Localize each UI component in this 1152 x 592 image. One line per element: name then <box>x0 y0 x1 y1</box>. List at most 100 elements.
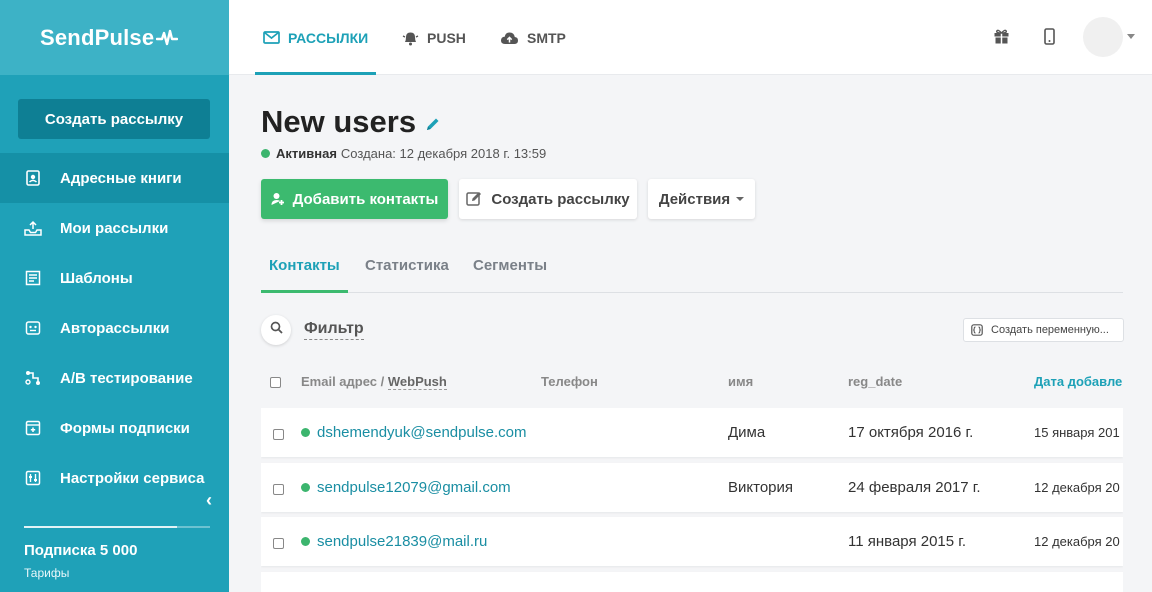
add-user-icon <box>271 192 285 206</box>
topbar: РАССЫЛКИ PUSH SMTP <box>229 0 1152 75</box>
sidebar-item-label: Формы подписки <box>60 419 190 437</box>
sidebar-item-autoresponders[interactable]: Авторассылки <box>0 303 229 353</box>
variable-icon <box>971 324 983 336</box>
tab-segments[interactable]: Сегменты <box>473 254 547 292</box>
column-name[interactable]: имя <box>728 374 753 389</box>
book-status-line: Активная Создана: 12 декабря 2018 г. 13:… <box>261 146 546 161</box>
brand-logo[interactable]: SendPulse <box>0 0 229 75</box>
sidebar-item-label: Мои рассылки <box>60 219 169 237</box>
sidebar: SendPulse Создать рассылку Адресные книг… <box>0 0 229 592</box>
sidebar-item-templates[interactable]: Шаблоны <box>0 253 229 303</box>
mobile-icon[interactable] <box>1038 25 1060 47</box>
create-campaign-button[interactable]: Создать рассылку <box>18 99 210 139</box>
contacts-table: dshemendyuk@sendpulse.com Дима 17 октябр… <box>261 408 1123 592</box>
pencil-icon[interactable] <box>425 116 441 137</box>
contact-date-added: 15 января 201 <box>1034 425 1120 440</box>
tab-label: РАССЫЛКИ <box>288 29 369 46</box>
add-contacts-button[interactable]: Добавить контакты <box>261 179 448 219</box>
chevron-down-icon[interactable] <box>1127 34 1135 39</box>
button-label: Создать переменную... <box>991 324 1109 336</box>
create-campaign-button[interactable]: Создать рассылку <box>459 179 637 219</box>
pulse-icon <box>156 29 179 47</box>
pricing-link[interactable]: Тарифы <box>24 566 69 580</box>
tab-statistics[interactable]: Статистика <box>365 254 449 292</box>
collapse-sidebar-icon[interactable]: ‹ <box>206 490 212 511</box>
sidebar-item-label: A/B тестирование <box>60 369 193 387</box>
sidebar-item-address-books[interactable]: Адресные книги <box>0 153 229 203</box>
column-reg-date[interactable]: reg_date <box>848 374 902 389</box>
contact-email[interactable]: sendpulse21839@mail.ru <box>301 517 487 566</box>
contact-email[interactable]: dshemendyuk@sendpulse.com <box>301 408 527 457</box>
tab-campaigns[interactable]: РАССЫЛКИ <box>254 0 377 75</box>
column-phone[interactable]: Телефон <box>541 374 598 389</box>
column-email[interactable]: Email адрес / WebPush <box>301 374 447 390</box>
envelope-icon <box>263 31 280 44</box>
compose-icon <box>466 191 483 207</box>
sidebar-item-ab-testing[interactable]: A/B тестирование <box>0 353 229 403</box>
created-date: Создана: 12 декабря 2018 г. 13:59 <box>340 146 547 161</box>
tab-label: PUSH <box>427 29 466 46</box>
row-checkbox[interactable] <box>273 538 284 549</box>
cloud-upload-icon <box>500 31 519 45</box>
button-label: Действия <box>658 190 731 208</box>
actions-dropdown[interactable]: Действия <box>648 179 755 219</box>
gift-icon[interactable] <box>990 25 1012 47</box>
subscription-progress <box>24 526 210 528</box>
main-content: New users Активная Создана: 12 декабря 2… <box>229 76 1152 592</box>
contact-reg-date: 17 октября 2016 г. <box>848 424 974 441</box>
sidebar-nav: Адресные книги Мои рассылки Шаблоны Авто… <box>0 153 229 503</box>
brand-name: SendPulse <box>40 24 155 50</box>
email-text: sendpulse21839@mail.ru <box>317 533 488 550</box>
status-badge: Активная <box>276 146 337 161</box>
settings-sliders-icon <box>24 469 42 487</box>
sidebar-item-label: Шаблоны <box>60 269 133 287</box>
webpush-toggle[interactable]: WebPush <box>387 374 447 390</box>
contact-reg-date: 11 января 2015 г. <box>848 533 967 550</box>
column-email-label: Email адрес / <box>301 374 385 389</box>
avatar[interactable] <box>1083 17 1123 57</box>
contact-name: Дима <box>728 424 766 441</box>
email-text: sendpulse12079@gmail.com <box>317 479 511 496</box>
contact-date-added: 12 декабря 20 <box>1034 534 1120 549</box>
table-row[interactable]: sendpulse21839@mail.ru 11 января 2015 г.… <box>261 517 1123 566</box>
bell-icon <box>402 30 419 46</box>
chevron-down-icon <box>736 197 745 201</box>
page-title: New users <box>261 104 417 139</box>
status-dot <box>301 537 310 546</box>
sidebar-item-label: Адресные книги <box>60 169 182 187</box>
automation-icon <box>24 319 42 337</box>
ab-test-icon <box>24 369 42 387</box>
table-header: Email адрес / WebPush Телефон имя reg_da… <box>261 372 1123 392</box>
contact-tabs: Контакты Статистика Сегменты <box>261 254 1123 293</box>
tab-smtp[interactable]: SMTP <box>500 0 566 75</box>
address-book-icon <box>24 169 42 187</box>
template-icon <box>24 269 42 287</box>
table-row[interactable]: dshemendyuk@sendpulse.com Дима 17 октябр… <box>261 408 1123 457</box>
table-row[interactable] <box>261 572 1123 592</box>
table-row[interactable]: sendpulse12079@gmail.com Виктория 24 фев… <box>261 463 1123 512</box>
contact-email[interactable]: sendpulse12079@gmail.com <box>301 463 511 512</box>
sidebar-item-label: Авторассылки <box>60 319 170 337</box>
filter-toggle[interactable]: Фильтр <box>304 320 364 340</box>
tab-contacts[interactable]: Контакты <box>261 254 348 293</box>
sidebar-item-service-settings[interactable]: Настройки сервиса <box>0 453 229 503</box>
contact-reg-date: 24 февраля 2017 г. <box>848 479 981 496</box>
button-label: Создать рассылку <box>491 190 630 208</box>
status-dot <box>301 483 310 492</box>
sidebar-item-subscription-forms[interactable]: Формы подписки <box>0 403 229 453</box>
row-checkbox[interactable] <box>273 429 284 440</box>
contact-name: Виктория <box>728 479 794 496</box>
subscription-title: Подписка 5 000 <box>24 542 138 559</box>
tab-push[interactable]: PUSH <box>402 0 466 75</box>
sidebar-item-my-campaigns[interactable]: Мои рассылки <box>0 203 229 253</box>
email-text: dshemendyuk@sendpulse.com <box>317 424 527 441</box>
contact-date-added: 12 декабря 20 <box>1034 480 1120 495</box>
send-tray-icon <box>24 219 42 237</box>
select-all-checkbox[interactable] <box>270 377 281 388</box>
create-variable-button[interactable]: Создать переменную... <box>963 318 1124 342</box>
form-icon <box>24 419 42 437</box>
row-checkbox[interactable] <box>273 484 284 495</box>
search-icon <box>270 321 283 339</box>
search-button[interactable] <box>261 315 291 345</box>
column-date-added[interactable]: Дата добавле <box>1034 374 1122 389</box>
